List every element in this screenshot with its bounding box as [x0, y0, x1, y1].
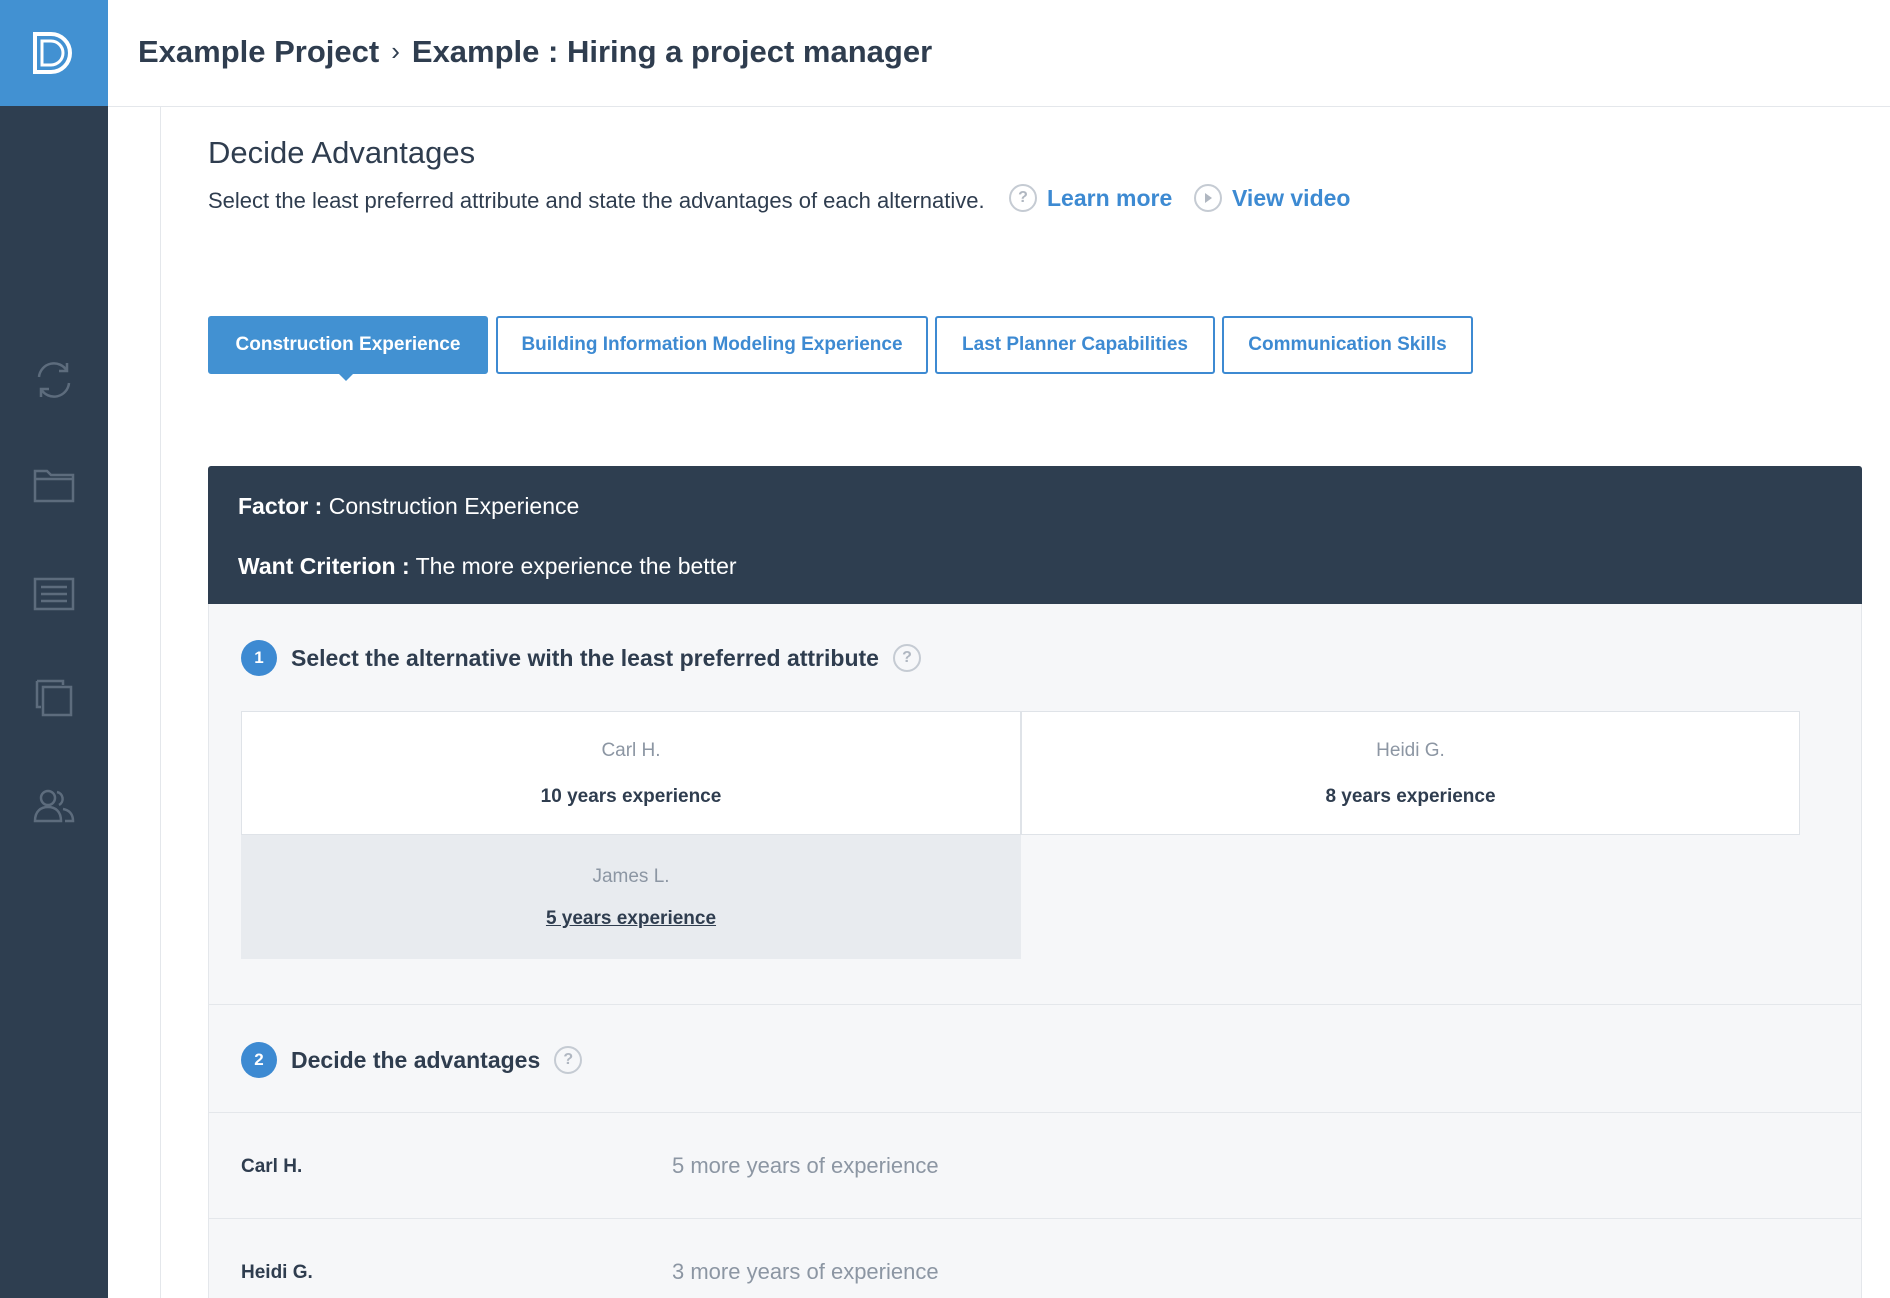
help-icon: ? [1009, 184, 1037, 212]
factor-value: Construction Experience [328, 493, 580, 519]
advantage-input[interactable]: 3 more years of experience [672, 1259, 939, 1285]
breadcrumb: Example Project › Example : Hiring a proje… [138, 34, 932, 70]
section-divider [209, 1004, 1861, 1005]
app-logo[interactable] [0, 0, 108, 106]
advantage-name: Heidi G. [241, 1262, 313, 1283]
factor-panel-body: 1 Select the alternative with the least … [208, 604, 1862, 1298]
step-2-label: Decide the advantages [291, 1046, 541, 1073]
learn-more-link[interactable]: ? Learn more [1009, 184, 1172, 212]
step-2-header: 2 Decide the advantages ? [241, 1042, 583, 1078]
alternative-attribute: 10 years experience [540, 786, 722, 807]
logo-icon [33, 32, 72, 74]
step-1-label: Select the alternative with the least pr… [291, 644, 879, 671]
step-1-number: 1 [241, 640, 277, 676]
step-1-header: 1 Select the alternative with the least … [241, 640, 921, 676]
alternative-card-carl[interactable]: Carl H. 10 years experience [241, 711, 1021, 835]
criterion-label: Want Criterion : [238, 553, 410, 579]
section-divider [209, 1218, 1861, 1219]
step-2-help-icon[interactable]: ? [554, 1046, 583, 1074]
play-icon [1194, 184, 1222, 212]
criterion-line: Want Criterion : The more experience the… [238, 553, 737, 580]
section-divider [209, 1112, 1861, 1113]
alternative-card-james[interactable]: James L. 5 years experience [241, 835, 1021, 959]
page-description: Select the least preferred attribute and… [208, 188, 985, 213]
step-2-number: 2 [241, 1042, 277, 1078]
factor-line: Factor : Construction Experience [238, 493, 579, 520]
alternative-name: James L. [592, 866, 670, 887]
advantage-name: Carl H. [241, 1156, 303, 1177]
top-header: Example Project › Example : Hiring a proje… [108, 0, 1890, 107]
active-tab-caret [339, 374, 353, 381]
tab-bim-experience[interactable]: Building Information Modeling Experience [496, 316, 928, 374]
alternative-name: Carl H. [601, 740, 661, 761]
alternative-card-heidi[interactable]: Heidi G. 8 years experience [1021, 711, 1800, 835]
page-title: Decide Advantages [208, 135, 476, 170]
view-video-link[interactable]: View video [1194, 184, 1350, 212]
advantage-input[interactable]: 5 more years of experience [672, 1153, 939, 1179]
view-video-label: View video [1232, 184, 1351, 211]
factor-header: Factor : Construction Experience Want Cr… [208, 466, 1862, 604]
alternative-attribute: 8 years experience [1325, 786, 1496, 807]
breadcrumb-separator: › [391, 36, 400, 66]
tab-communication-skills[interactable]: Communication Skills [1222, 316, 1473, 374]
step-1-help-icon[interactable]: ? [892, 644, 921, 672]
list-icon[interactable] [28, 568, 80, 620]
folder-icon[interactable] [28, 460, 80, 512]
alternative-name: Heidi G. [1376, 740, 1445, 761]
sync-icon[interactable] [28, 354, 80, 406]
copy-icon[interactable] [28, 672, 80, 724]
sidebar [0, 0, 108, 1298]
users-icon[interactable] [28, 780, 80, 832]
breadcrumb-decision[interactable]: Example : Hiring a project manager [412, 34, 932, 69]
breadcrumb-project[interactable]: Example Project [138, 34, 379, 69]
gutter-divider [160, 107, 161, 1298]
learn-more-label: Learn more [1047, 184, 1173, 211]
alternative-attribute: 5 years experience [545, 908, 717, 929]
factor-label: Factor : [238, 493, 323, 519]
tab-last-planner-capabilities[interactable]: Last Planner Capabilities [935, 316, 1215, 374]
criterion-value: The more experience the better [415, 553, 737, 579]
tab-construction-experience[interactable]: Construction Experience [208, 316, 488, 374]
